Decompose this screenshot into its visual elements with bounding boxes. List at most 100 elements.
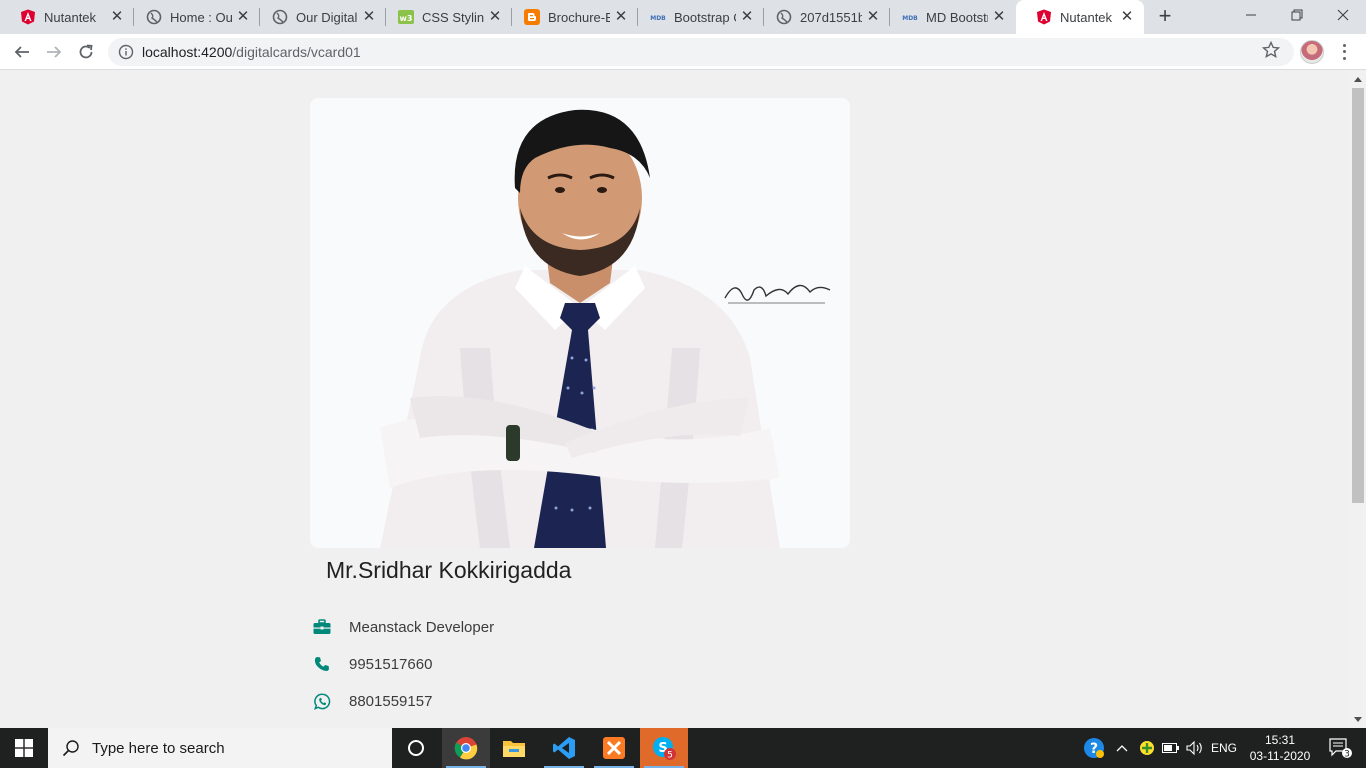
chevron-up-icon[interactable]: [1112, 728, 1132, 768]
close-icon[interactable]: ✕: [1120, 9, 1134, 24]
taskbar-search-box[interactable]: Type here to search: [48, 728, 392, 768]
xampp-taskbar-app[interactable]: [590, 728, 638, 768]
browser-tab-active[interactable]: Nutantek ✕: [1016, 0, 1144, 34]
volume-icon[interactable]: [1184, 728, 1206, 768]
briefcase-icon: [312, 617, 332, 637]
vscode-icon: [553, 737, 575, 759]
mdb-icon: MDB: [650, 9, 666, 25]
tab-title: Nutantek: [44, 9, 97, 25]
tab-title: Our Digital: [296, 9, 358, 25]
battery-icon[interactable]: [1160, 728, 1182, 768]
task-view-icon: [408, 740, 424, 756]
browser-tab[interactable]: Home : Our ✕: [126, 0, 260, 34]
role-row: Meanstack Developer: [312, 617, 494, 637]
notifications-button[interactable]: 3: [1318, 728, 1362, 768]
scrollbar-thumb[interactable]: [1352, 88, 1364, 503]
browser-tab-strip: Nutantek ✕ Home : Our ✕ Our Digital ✕ w3…: [0, 0, 1366, 34]
back-button[interactable]: [10, 40, 34, 64]
whatsapp-number[interactable]: 8801559157: [349, 693, 432, 710]
w3schools-icon: w3: [398, 9, 414, 25]
folder-icon: [503, 741, 525, 757]
svg-text:MDB: MDB: [902, 15, 918, 22]
info-icon[interactable]: [118, 44, 134, 65]
address-bar[interactable]: localhost:4200/digitalcards/vcard01: [108, 38, 1294, 66]
svg-text:MDB: MDB: [650, 15, 666, 22]
angular-icon: [20, 9, 36, 25]
antivirus-tray-icon[interactable]: [1136, 728, 1158, 768]
scroll-up-icon[interactable]: [1354, 77, 1362, 82]
profile-avatar[interactable]: [1300, 40, 1324, 64]
arrow-left-icon: [14, 46, 29, 58]
restore-button[interactable]: [1274, 0, 1320, 30]
browser-tab[interactable]: w3 CSS Styling ✕: [378, 0, 512, 34]
browser-tab[interactable]: Nutantek ✕: [0, 0, 134, 34]
reload-button[interactable]: [74, 40, 98, 64]
task-view-button[interactable]: [392, 728, 440, 768]
minimize-button[interactable]: [1228, 0, 1274, 30]
page-viewport: Mr.Sridhar Kokkirigadda Meanstack Develo…: [0, 71, 1350, 728]
close-icon[interactable]: ✕: [614, 9, 628, 24]
mdb-icon: MDB: [902, 9, 918, 25]
windows-taskbar: Type here to search S5 ? ENG 15:31 03-11…: [0, 728, 1366, 768]
close-icon[interactable]: ✕: [488, 9, 502, 24]
search-placeholder: Type here to search: [92, 739, 225, 757]
skype-taskbar-app[interactable]: S5: [640, 728, 688, 768]
close-icon[interactable]: ✕: [362, 9, 376, 24]
tab-title: Bootstrap C: [674, 9, 736, 25]
profile-photo: [310, 98, 850, 548]
browser-tab[interactable]: MDB MD Bootstr ✕: [882, 0, 1016, 34]
notification-icon: 3: [1329, 738, 1352, 760]
browser-tab[interactable]: 207d1551bf ✕: [756, 0, 890, 34]
browser-tab[interactable]: MDB Bootstrap C ✕: [630, 0, 764, 34]
chrome-taskbar-app[interactable]: [442, 728, 490, 768]
reload-icon: [79, 44, 93, 59]
globe-icon: [272, 9, 288, 25]
bookmark-star-icon[interactable]: [1261, 40, 1281, 64]
phone-icon: [312, 654, 332, 674]
notification-count: 3: [1344, 750, 1350, 760]
close-icon[interactable]: ✕: [866, 9, 880, 24]
globe-icon: [776, 9, 792, 25]
phone-number[interactable]: 9951517660: [349, 656, 432, 673]
skype-badge: 5: [667, 751, 673, 761]
close-window-button[interactable]: [1320, 0, 1366, 30]
phone-row[interactable]: 9951517660: [312, 654, 432, 674]
taskbar-clock[interactable]: 15:31 03-11-2020: [1242, 732, 1318, 764]
close-icon[interactable]: ✕: [992, 9, 1006, 24]
scroll-down-icon[interactable]: [1354, 717, 1362, 722]
close-icon[interactable]: ✕: [740, 9, 754, 24]
blogger-icon: [524, 9, 540, 25]
windows-logo-icon: [15, 739, 33, 757]
svg-text:w3: w3: [400, 14, 413, 23]
tab-title: Home : Our: [170, 9, 232, 25]
browser-menu-button[interactable]: [1336, 42, 1352, 62]
url-text: localhost:4200/digitalcards/vcard01: [142, 44, 361, 60]
whatsapp-row[interactable]: 8801559157: [312, 691, 432, 711]
browser-tab[interactable]: Our Digital ✕: [252, 0, 386, 34]
angular-icon: [1036, 9, 1052, 25]
skype-icon: S5: [653, 737, 676, 761]
start-button[interactable]: [0, 728, 48, 768]
globe-icon: [146, 9, 162, 25]
browser-tab[interactable]: Brochure-Br ✕: [504, 0, 638, 34]
search-icon: [62, 740, 79, 757]
xampp-icon: [603, 737, 625, 759]
close-icon[interactable]: ✕: [236, 9, 250, 24]
vscode-taskbar-app[interactable]: [540, 728, 588, 768]
close-icon[interactable]: ✕: [110, 9, 124, 24]
role-text: Meanstack Developer: [349, 618, 495, 636]
file-explorer-taskbar-app[interactable]: [490, 728, 538, 768]
tab-title: MD Bootstr: [926, 9, 988, 25]
forward-button[interactable]: [42, 40, 66, 64]
whatsapp-icon: [312, 691, 332, 711]
language-indicator[interactable]: ENG: [1208, 728, 1240, 768]
clock-date: 03-11-2020: [1249, 749, 1311, 763]
page-scrollbar[interactable]: [1350, 71, 1366, 728]
chrome-icon: [454, 737, 478, 760]
tab-title: CSS Styling: [422, 9, 484, 25]
help-tray-icon[interactable]: ?: [1080, 728, 1108, 768]
new-tab-button[interactable]: +: [1154, 5, 1176, 28]
person-portrait-icon: [310, 98, 850, 548]
url-host: localhost:4200: [142, 44, 233, 60]
url-path: /digitalcards/vcard01: [232, 44, 361, 60]
